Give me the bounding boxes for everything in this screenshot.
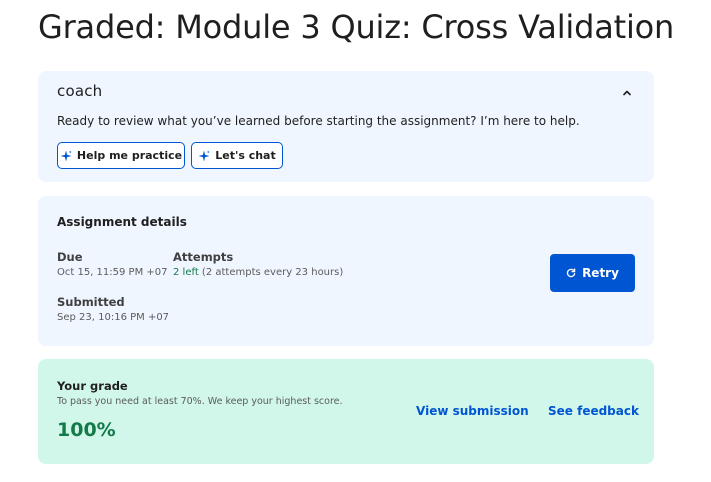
submitted-label: Submitted (57, 295, 125, 309)
grade-heading: Your grade (57, 379, 128, 393)
sparkle-icon (60, 150, 72, 161)
due-label: Due (57, 250, 83, 264)
attempts-left: 2 left (173, 267, 199, 278)
grade-subtext: To pass you need at least 70%. We keep y… (57, 396, 343, 407)
refresh-icon (566, 268, 576, 278)
submitted-value: Sep 23, 10:16 PM +07 (57, 312, 170, 323)
coach-prompt: Ready to review what you’ve learned befo… (57, 114, 580, 128)
help-me-practice-label: Help me practice (76, 149, 183, 162)
see-feedback-link[interactable]: See feedback (548, 404, 639, 418)
retry-button[interactable]: Retry (550, 254, 635, 292)
assignment-details-heading: Assignment details (57, 215, 187, 229)
coach-panel: coach Ready to review what you’ve learne… (38, 71, 654, 182)
attempts-label: Attempts (173, 250, 234, 264)
coach-logo: coach (57, 82, 103, 100)
page-title: Graded: Module 3 Quiz: Cross Validation (38, 8, 675, 46)
lets-chat-button[interactable]: Let's chat (191, 142, 283, 169)
grade-panel: Your grade To pass you need at least 70%… (38, 359, 654, 464)
assignment-page: Graded: Module 3 Quiz: Cross Validation … (0, 0, 711, 482)
view-submission-link[interactable]: View submission (416, 404, 529, 418)
assignment-details-panel: Assignment details Due Oct 15, 11:59 PM … (38, 196, 654, 346)
attempts-detail: (2 attempts every 23 hours) (198, 267, 344, 278)
grade-value: 100% (57, 419, 116, 441)
collapse-button[interactable] (620, 85, 634, 99)
attempts-value: 2 left (2 attempts every 23 hours) (173, 267, 343, 278)
help-me-practice-button[interactable]: Help me practice (57, 142, 185, 169)
due-value: Oct 15, 11:59 PM +07 (57, 267, 168, 278)
chevron-up-icon (623, 90, 631, 96)
retry-label: Retry (582, 266, 619, 280)
lets-chat-label: Let's chat (215, 149, 276, 162)
sparkle-icon (198, 150, 210, 161)
